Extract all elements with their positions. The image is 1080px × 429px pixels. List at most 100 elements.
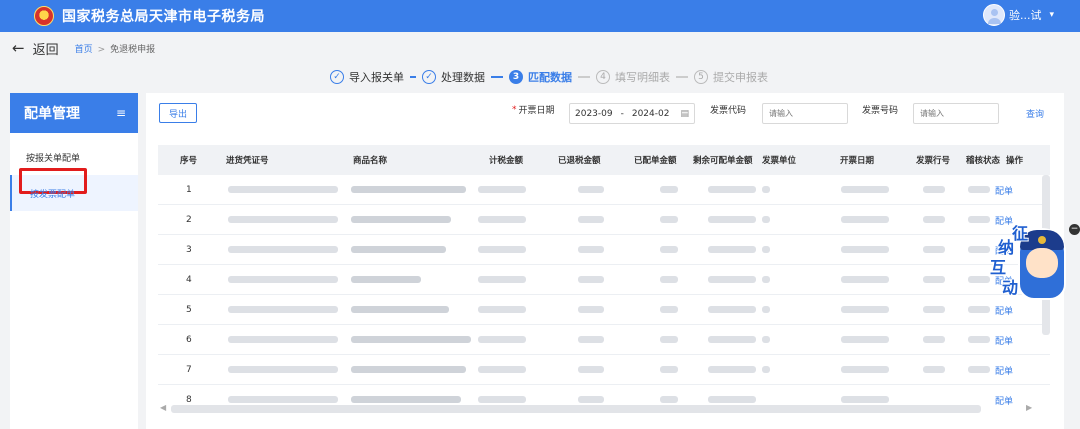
table-header: 序号 进货凭证号 商品名称 计税金额 已退税金额 已配单金额 剩余可配单金额 发… <box>158 145 1050 175</box>
chevron-down-icon[interactable]: ▾ <box>1049 10 1054 20</box>
breadcrumb-home[interactable]: 首页 <box>75 45 93 55</box>
row-index: 7 <box>186 365 192 375</box>
blurred-cell <box>660 366 678 373</box>
data-table: 序号 进货凭证号 商品名称 计税金额 已退税金额 已配单金额 剩余可配单金额 发… <box>158 145 1050 405</box>
blurred-cell <box>708 186 756 193</box>
row-index: 2 <box>186 215 192 225</box>
step-label: 填写明细表 <box>615 71 670 84</box>
match-link[interactable]: 配单 <box>995 334 1013 347</box>
match-link[interactable]: 配单 <box>995 304 1013 317</box>
blurred-cell <box>478 186 526 193</box>
step-detail: 4 填写明细表 <box>596 69 670 85</box>
col-header: 已配单金额 <box>634 156 677 166</box>
step-connector <box>676 76 688 78</box>
menu-fold-icon[interactable]: ≡ <box>116 106 126 120</box>
blurred-cell <box>923 306 945 313</box>
blurred-cell <box>478 336 526 343</box>
blurred-cell <box>923 246 945 253</box>
blurred-cell <box>228 306 338 313</box>
col-header: 操作 <box>1006 156 1024 166</box>
table-row: 7 配单 <box>158 355 1050 385</box>
back-label[interactable]: 返回 <box>33 39 59 58</box>
arrow-left-icon[interactable]: ← <box>12 39 25 57</box>
blurred-cell <box>968 246 990 253</box>
match-link[interactable]: 配单 <box>995 184 1013 197</box>
user-name[interactable]: 验...试 <box>1009 7 1042 23</box>
blurred-cell <box>351 366 466 373</box>
table-row: 6 配单 <box>158 325 1050 355</box>
date-end[interactable]: 2024-02 <box>632 109 670 119</box>
scroll-right-icon[interactable]: ▶ <box>1026 403 1032 412</box>
tax-emblem-icon <box>34 6 54 26</box>
blurred-cell <box>841 396 889 403</box>
invoice-no-input[interactable] <box>913 103 999 124</box>
match-link[interactable]: 配单 <box>995 394 1013 405</box>
blurred-cell <box>762 366 770 373</box>
blurred-cell <box>351 336 471 343</box>
blurred-cell <box>578 306 604 313</box>
horizontal-scrollbar[interactable] <box>171 405 981 413</box>
date-label: 开票日期 <box>518 106 555 116</box>
invoice-no-label: 发票号码 <box>862 103 898 116</box>
blurred-cell <box>923 216 945 223</box>
table-row: 8 配单 <box>158 385 1050 405</box>
query-button[interactable]: 查询 <box>1026 107 1044 120</box>
back-button[interactable]: ← 返回 <box>12 39 59 58</box>
table-row: 3 配单 <box>158 235 1050 265</box>
interaction-mascot-widget[interactable]: 征 纳 互 动 <box>990 220 1072 302</box>
export-button[interactable]: 导出 <box>159 103 197 123</box>
user-menu[interactable]: 验...试 ▾ <box>982 4 1054 26</box>
blurred-cell <box>708 306 756 313</box>
breadcrumb-separator: > <box>97 44 106 55</box>
col-header: 已退税金额 <box>558 156 601 166</box>
blurred-cell <box>660 186 678 193</box>
col-header: 剩余可配单金额 <box>693 156 753 166</box>
col-header: 开票日期 <box>840 156 875 166</box>
check-circle-icon: ✓ <box>330 70 344 84</box>
sidebar-item-by-customs[interactable]: 按报关单配单 <box>10 139 138 175</box>
sidebar-item-label[interactable]: 按报关单配单 <box>26 151 80 164</box>
collapse-icon[interactable]: − <box>1069 224 1080 235</box>
mascot-face <box>1026 248 1058 278</box>
blurred-cell <box>968 276 990 283</box>
sidebar-item-label[interactable]: 按发票配单 <box>30 187 75 200</box>
blurred-cell <box>228 336 338 343</box>
col-header: 商品名称 <box>353 156 388 166</box>
blurred-cell <box>660 246 678 253</box>
blurred-cell <box>578 396 604 403</box>
invoice-code-input[interactable] <box>762 103 848 124</box>
step-connector <box>578 76 590 78</box>
col-header: 发票行号 <box>916 156 951 166</box>
sidebar-item-by-invoice[interactable]: 按发票配单 <box>10 168 138 211</box>
blurred-cell <box>968 306 990 313</box>
col-header: 序号 <box>180 156 198 166</box>
date-separator: - <box>620 108 624 119</box>
blurred-cell <box>762 276 770 283</box>
sub-nav: ← 返回 首页 > 免退税申报 <box>0 32 1080 64</box>
blurred-cell <box>351 216 451 223</box>
match-link[interactable]: 配单 <box>995 364 1013 377</box>
blurred-cell <box>660 216 678 223</box>
blurred-cell <box>968 336 990 343</box>
blurred-cell <box>841 246 889 253</box>
blurred-cell <box>351 276 421 283</box>
calendar-icon[interactable]: ▤ <box>680 109 689 119</box>
blurred-cell <box>708 246 756 253</box>
date-start[interactable]: 2023-09 <box>575 109 613 119</box>
step-match: 3 匹配数据 <box>509 69 572 85</box>
date-range-picker[interactable]: 2023-09 - 2024-02 ▤ <box>569 103 695 124</box>
scroll-left-icon[interactable]: ◀ <box>160 403 166 412</box>
table-row: 1 配单 <box>158 175 1050 205</box>
blurred-cell <box>708 396 756 403</box>
step-process: ✓ 处理数据 <box>422 69 485 85</box>
blurred-cell <box>968 366 990 373</box>
breadcrumb-current: 免退税申报 <box>110 44 156 55</box>
blurred-cell <box>762 336 770 343</box>
blurred-cell <box>708 366 756 373</box>
mascot-char: 征 <box>1012 224 1029 243</box>
blurred-cell <box>841 366 889 373</box>
blurred-cell <box>660 396 678 403</box>
step-label: 提交申报表 <box>713 71 768 84</box>
avatar[interactable] <box>982 4 1005 26</box>
sidebar: 配单管理 ≡ 按报关单配单 按发票配单 <box>10 93 138 429</box>
